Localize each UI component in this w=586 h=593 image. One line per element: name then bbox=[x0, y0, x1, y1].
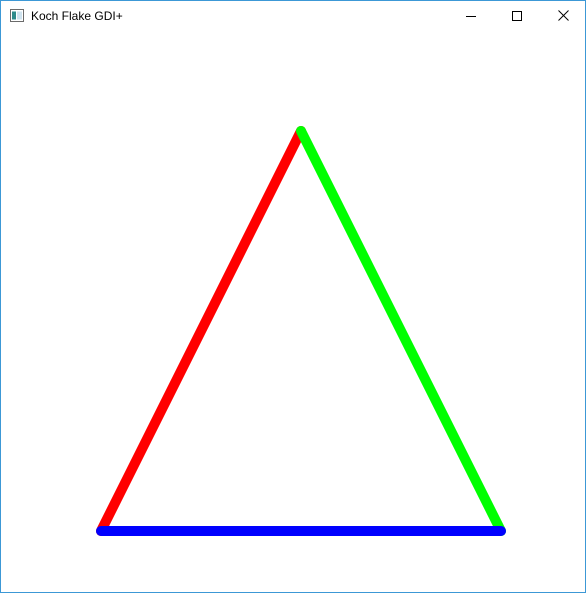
maximize-button[interactable] bbox=[494, 1, 540, 32]
window-title: Koch Flake GDI+ bbox=[31, 9, 123, 23]
app-window-icon[interactable] bbox=[10, 9, 24, 22]
koch-flake-canvas bbox=[96, 126, 506, 536]
close-button[interactable] bbox=[540, 1, 585, 32]
close-icon bbox=[557, 8, 569, 26]
triangle-left-edge bbox=[96, 126, 306, 536]
client-area bbox=[1, 32, 585, 592]
minimize-button[interactable] bbox=[448, 1, 494, 32]
minimize-icon bbox=[466, 8, 476, 26]
maximize-icon bbox=[512, 8, 522, 26]
app-window: Koch Flake GDI+ bbox=[0, 0, 586, 593]
title-bar[interactable]: Koch Flake GDI+ bbox=[1, 1, 585, 32]
triangle-right-edge bbox=[296, 126, 506, 536]
